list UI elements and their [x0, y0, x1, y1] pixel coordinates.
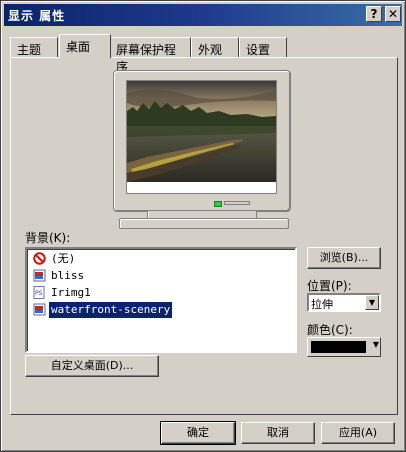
ps-file-icon: PS	[33, 286, 45, 299]
help-button[interactable]: ?	[366, 6, 382, 22]
color-label: 颜色(C):	[307, 323, 353, 337]
tab-themes[interactable]: 主题	[10, 37, 58, 57]
cancel-button[interactable]: 取消	[241, 422, 315, 444]
power-led-icon	[214, 201, 222, 207]
browse-button[interactable]: 浏览(B)...	[307, 247, 381, 269]
color-picker[interactable]: ▼	[307, 337, 381, 357]
tab-desktop[interactable]: 桌面	[59, 34, 111, 58]
svg-text:PS: PS	[35, 290, 43, 297]
monitor-base	[119, 218, 289, 229]
none-icon	[33, 252, 46, 265]
image-file-icon	[33, 303, 46, 316]
tab-appearance[interactable]: 外观	[191, 37, 239, 57]
background-list[interactable]: (无) bliss PS Irimg1 waterfront-scenery	[25, 247, 297, 353]
position-label: 位置(P):	[307, 279, 352, 293]
chevron-down-icon[interactable]: ▼	[373, 340, 379, 349]
monitor-controls	[214, 199, 254, 207]
monitor-preview	[113, 70, 291, 212]
position-select[interactable]: 拉伸 ▼	[307, 293, 381, 312]
tab-settings[interactable]: 设置	[239, 37, 287, 57]
preview-screen	[126, 80, 277, 194]
waterfront-image	[127, 81, 276, 182]
wallpaper-preview	[127, 81, 276, 182]
ok-button[interactable]: 确定	[160, 421, 236, 445]
chevron-down-icon[interactable]: ▼	[365, 295, 379, 310]
color-swatch	[311, 341, 366, 353]
tab-join	[64, 56, 108, 59]
tab-screensaver[interactable]: 屏幕保护程序	[109, 37, 191, 74]
window-title: 显示 属性	[8, 9, 66, 23]
apply-button[interactable]: 应用(A)	[321, 422, 395, 444]
monitor-button-bar	[224, 201, 250, 205]
close-button[interactable]: ✕	[385, 6, 401, 22]
customize-desktop-button[interactable]: 自定义桌面(D)...	[25, 355, 159, 377]
position-value: 拉伸	[311, 298, 333, 311]
title-bar[interactable]: 显示 属性 ? ✕	[4, 4, 402, 26]
display-properties-window: 显示 属性 ? ✕ 主题 桌面 屏幕保护程序 外观 设置 背景(K): (无) …	[0, 0, 406, 452]
background-label: 背景(K):	[25, 231, 71, 245]
image-file-icon	[33, 269, 46, 282]
